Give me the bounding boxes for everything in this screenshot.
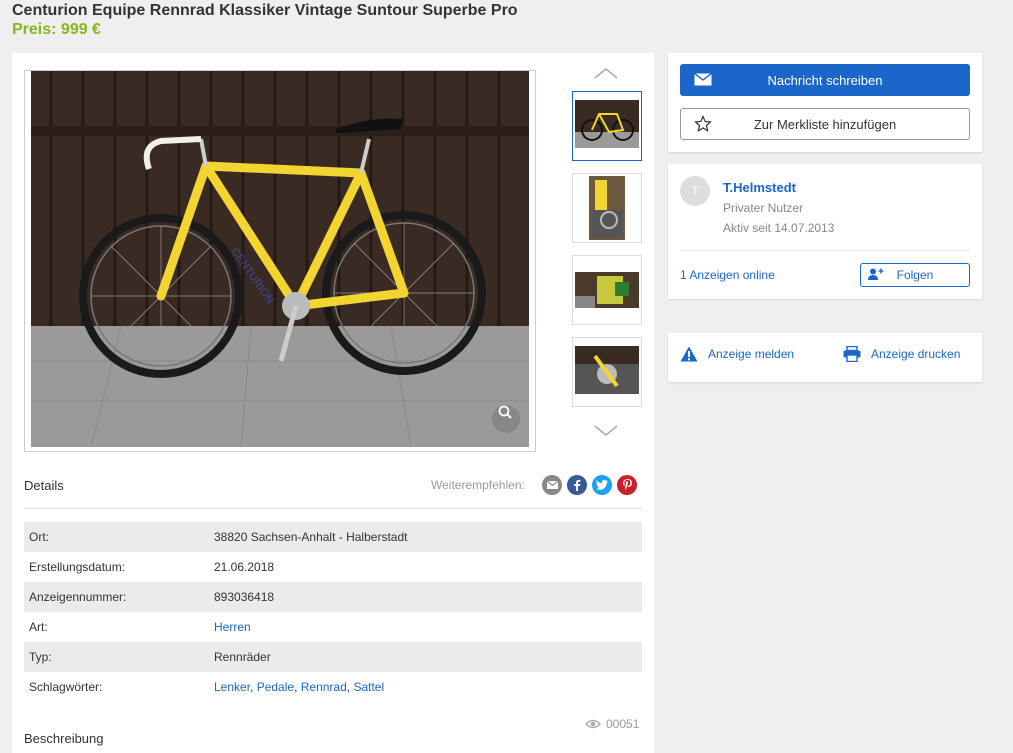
star-icon: [694, 115, 712, 132]
detail-label: Erstellungsdatum:: [29, 560, 126, 574]
twitter-icon[interactable]: [592, 475, 612, 495]
detail-label: Art:: [29, 620, 48, 634]
seller-divider: [680, 250, 970, 251]
tag-link[interactable]: Sattel: [353, 680, 384, 694]
thumbnail-image: [575, 272, 639, 308]
share-label: Weiterempfehlen:: [431, 478, 525, 492]
thumbs-down-button[interactable]: [571, 421, 641, 441]
details-heading: Details: [24, 478, 64, 493]
add-to-watchlist-button[interactable]: Zur Merkliste hinzufügen: [680, 108, 970, 140]
thumbnail-1[interactable]: [572, 91, 642, 161]
eye-icon: [585, 719, 601, 729]
contact-card: Nachricht schreiben Zur Merkliste hinzuf…: [668, 53, 982, 152]
tag-link[interactable]: Pedale: [257, 680, 294, 694]
detail-label: Typ:: [29, 650, 52, 664]
report-ad-button[interactable]: Anzeige melden: [680, 346, 794, 362]
seller-card: T T.Helmstedt Privater Nutzer Aktiv seit…: [668, 164, 982, 299]
detail-value: 21.06.2018: [214, 560, 275, 574]
seller-name[interactable]: T.Helmstedt: [723, 180, 796, 195]
listing-price: Preis: 999 €: [12, 21, 101, 38]
write-message-label: Nachricht schreiben: [767, 72, 883, 88]
ads-online-link[interactable]: 1 Anzeigen online: [680, 268, 775, 282]
detail-value: 893036418: [214, 590, 275, 604]
bike-photo: CENTURION: [31, 71, 529, 447]
actions-card: Anzeige melden Anzeige drucken: [668, 333, 982, 382]
details-divider: [24, 508, 642, 509]
detail-value: Rennräder: [214, 650, 271, 664]
warning-icon: [680, 346, 698, 362]
chevron-down-icon: [594, 425, 618, 436]
art-link[interactable]: Herren: [214, 620, 251, 634]
magnifier-icon: [498, 405, 512, 419]
thumbnail-image: [575, 346, 639, 394]
share-icons: [542, 475, 637, 495]
zoom-button[interactable]: [492, 405, 520, 433]
thumbnail-image: [589, 176, 625, 240]
detail-label: Anzeigennummer:: [29, 590, 127, 604]
thumbnail-2[interactable]: [572, 173, 642, 243]
detail-value: 38820 Sachsen-Anhalt - Halberstadt: [214, 530, 408, 544]
details-table: Ort: 38820 Sachsen-Anhalt - Halberstadt …: [24, 522, 642, 702]
add-user-icon: [868, 268, 884, 280]
detail-row-type: Typ: Rennräder: [24, 642, 642, 672]
facebook-icon[interactable]: [567, 475, 587, 495]
envelope-icon: [694, 73, 712, 86]
print-ad-label: Anzeige drucken: [871, 347, 961, 361]
report-ad-label: Anzeige melden: [708, 347, 795, 361]
follow-label: Folgen: [896, 268, 934, 282]
seller-active-since: Aktiv seit 14.07.2013: [723, 221, 835, 235]
detail-label: Ort:: [29, 530, 49, 544]
detail-label: Schlagwörter:: [29, 680, 103, 694]
thumbnail-image: [575, 100, 639, 148]
view-counter: 00051: [585, 717, 639, 731]
detail-row-art: Art: Herren: [24, 612, 642, 642]
print-ad-button[interactable]: Anzeige drucken: [843, 346, 960, 362]
follow-button[interactable]: Folgen: [860, 263, 970, 287]
write-message-button[interactable]: Nachricht schreiben: [680, 64, 970, 96]
email-icon[interactable]: [542, 475, 562, 495]
avatar: T: [680, 176, 710, 206]
pinterest-icon[interactable]: [617, 475, 637, 495]
detail-row-ort: Ort: 38820 Sachsen-Anhalt - Halberstadt: [24, 522, 642, 552]
seller-type: Privater Nutzer: [723, 201, 804, 215]
thumbs-up-button[interactable]: [571, 63, 641, 83]
description-heading: Beschreibung: [24, 731, 104, 746]
tag-link[interactable]: Rennrad: [301, 680, 347, 694]
view-count: 00051: [606, 717, 640, 731]
detail-row-date: Erstellungsdatum: 21.06.2018: [24, 552, 642, 582]
tag-link[interactable]: Lenker: [214, 680, 250, 694]
printer-icon: [843, 346, 861, 362]
listing-main-card: CENTURION Details Weiterempfehlen: Ort: …: [12, 53, 654, 753]
thumbnail-4[interactable]: [572, 337, 642, 407]
detail-row-tags: Schlagwörter: Lenker, Pedale, Rennrad, S…: [24, 672, 642, 702]
main-image[interactable]: CENTURION: [24, 70, 536, 452]
watchlist-label: Zur Merkliste hinzufügen: [753, 116, 897, 132]
thumbnail-3[interactable]: [572, 255, 642, 325]
chevron-up-icon: [594, 68, 618, 79]
listing-title: Centurion Equipe Rennrad Klassiker Vinta…: [12, 2, 518, 19]
detail-row-ad-number: Anzeigennummer: 893036418: [24, 582, 642, 612]
